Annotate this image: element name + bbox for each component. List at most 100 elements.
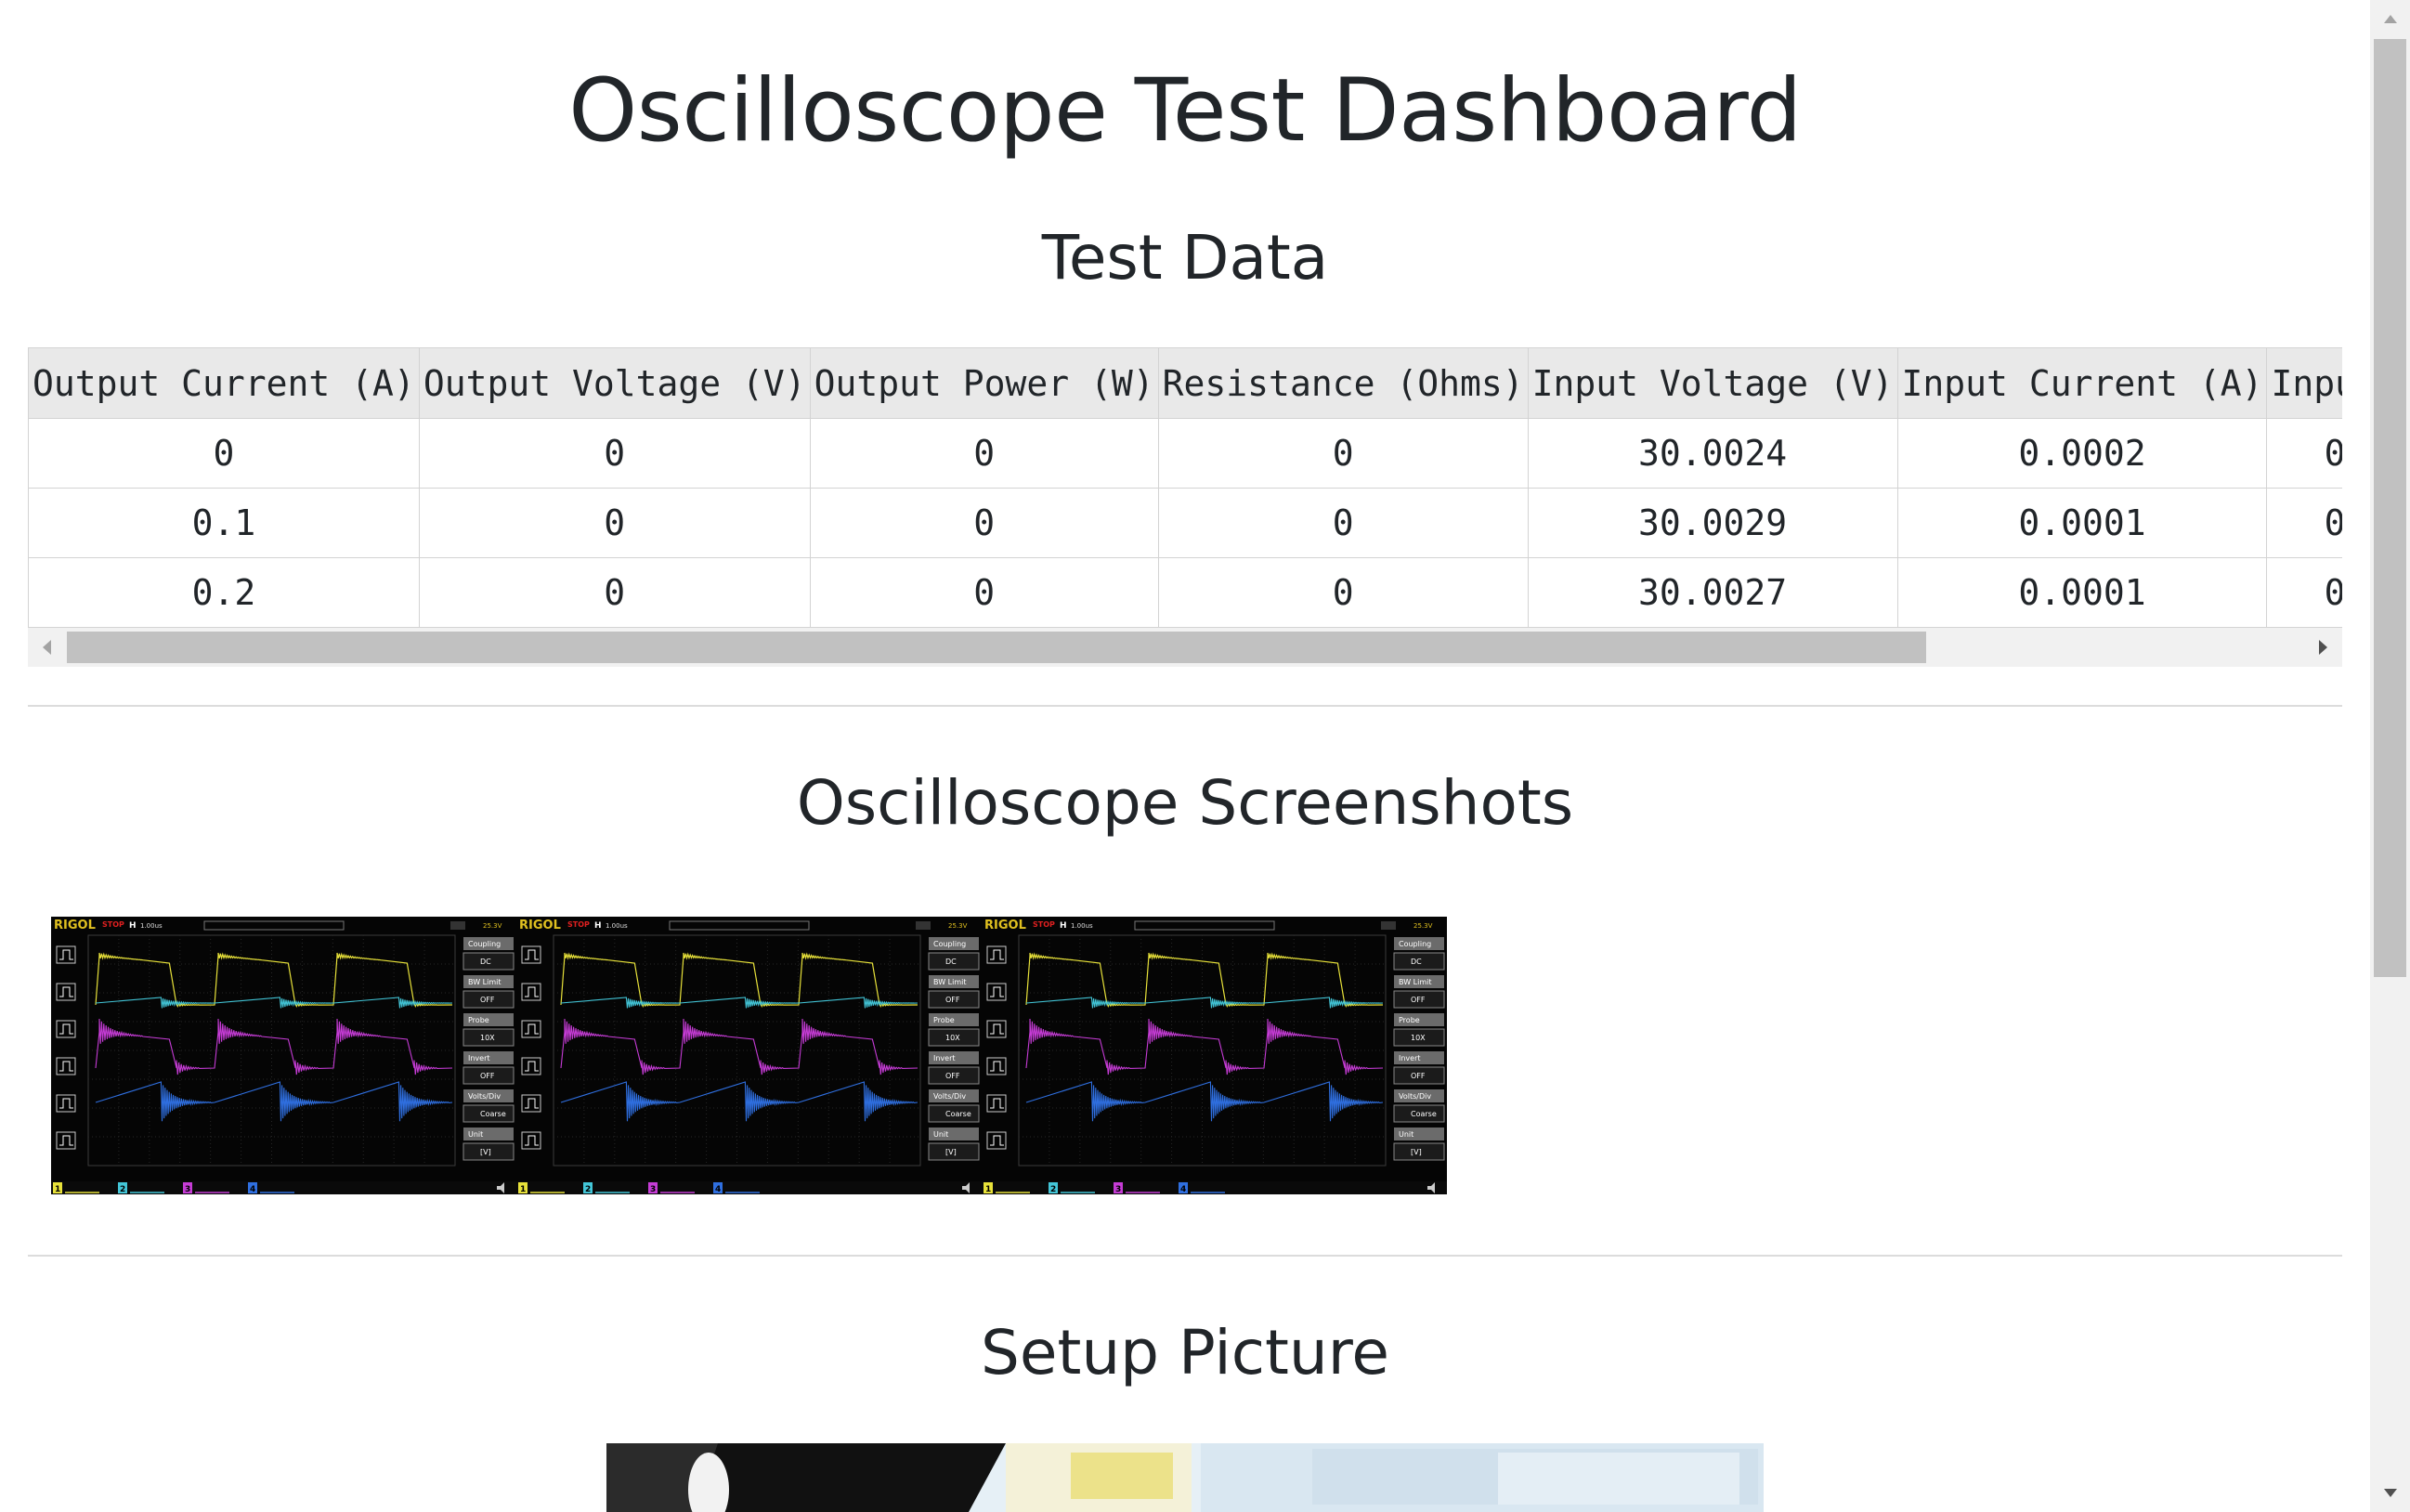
- menu-title: Unit: [1399, 1130, 1413, 1139]
- setup-heading: Setup Picture: [980, 1317, 1390, 1388]
- table-row: 0 0 0 0 30.0024 0.0002 0.: [28, 418, 2342, 489]
- scroll-down-icon[interactable]: [2370, 1475, 2410, 1512]
- table-cell: 0.: [2266, 418, 2342, 489]
- menu-title: Invert: [1399, 1054, 1421, 1062]
- menu-title: Probe: [1399, 1016, 1420, 1024]
- scope-timebase: 1.00us: [1071, 922, 1093, 930]
- scope-status: STOP: [102, 920, 124, 929]
- scroll-right-icon[interactable]: [2305, 628, 2342, 667]
- table-cell: 0: [809, 557, 1159, 628]
- channel-number: 1: [55, 1185, 60, 1194]
- oscilloscope-screenshot-strip: RIGOL STOP H 1.00us 25.3V Coupling DC BW Limit O…: [51, 917, 1447, 1194]
- scope-brand: RIGOL: [519, 919, 561, 932]
- page-title: Oscilloscope Test Dashboard: [568, 60, 1802, 162]
- horizontal-scrollbar[interactable]: [28, 628, 2342, 667]
- vertical-scrollbar[interactable]: [2370, 0, 2410, 1512]
- table-cell: 0: [418, 418, 811, 489]
- menu-title: Probe: [468, 1016, 489, 1024]
- menu-value: OFF: [1411, 996, 1426, 1004]
- channel-number: 1: [520, 1185, 526, 1194]
- table-cell: 0: [1157, 488, 1529, 558]
- menu-value: [V]: [480, 1148, 491, 1156]
- setup-picture: [606, 1443, 1764, 1512]
- table-cell: 30.0029: [1527, 488, 1898, 558]
- test-data-table-scroller[interactable]: Output Current (A) Output Voltage (V) Ou…: [28, 347, 2342, 667]
- table-cell: 30.0024: [1527, 418, 1898, 489]
- column-header[interactable]: Input Current (A): [1896, 347, 2268, 419]
- table-cell: 0.: [2266, 557, 2342, 628]
- scope-status: STOP: [1033, 920, 1055, 929]
- menu-title: BW Limit: [468, 978, 502, 986]
- table-cell: 0.2: [28, 557, 420, 628]
- table-cell: 0.0001: [1896, 488, 2268, 558]
- table-header-row: Output Current (A) Output Voltage (V) Ou…: [28, 347, 2342, 419]
- vertical-scroll-thumb[interactable]: [2374, 39, 2406, 977]
- menu-title: BW Limit: [933, 978, 967, 986]
- scroll-up-icon[interactable]: [2370, 0, 2410, 37]
- table-viewport: Output Current (A) Output Voltage (V) Ou…: [28, 347, 2342, 628]
- section-divider: [28, 705, 2342, 707]
- menu-title: Invert: [468, 1054, 490, 1062]
- table-cell: 0: [809, 488, 1159, 558]
- table-cell: 0.0001: [1896, 557, 2268, 628]
- menu-title: Unit: [933, 1130, 948, 1139]
- screenshots-heading: Oscilloscope Screenshots: [796, 767, 1574, 839]
- menu-title: BW Limit: [1399, 978, 1432, 986]
- page: Oscilloscope Test Dashboard Test Data Ou…: [0, 0, 2370, 1512]
- scope-trigger-level: 25.3V: [483, 922, 502, 930]
- table-cell: 0: [28, 418, 420, 489]
- section-divider: [28, 1255, 2342, 1257]
- menu-value: DC: [1411, 958, 1422, 966]
- column-header[interactable]: Output Voltage (V): [418, 347, 811, 419]
- channel-number: 4: [1180, 1185, 1186, 1194]
- trigger-box: [1381, 921, 1396, 930]
- menu-title: Invert: [933, 1054, 956, 1062]
- scope-brand: RIGOL: [984, 919, 1026, 932]
- horizontal-scroll-thumb[interactable]: [67, 632, 1926, 663]
- menu-value: DC: [945, 958, 957, 966]
- channel-number: 3: [650, 1185, 656, 1194]
- column-header[interactable]: Output Current (A): [28, 347, 420, 419]
- scope-timebase: 1.00us: [606, 922, 628, 930]
- scroll-left-icon[interactable]: [28, 628, 65, 667]
- menu-title: Probe: [933, 1016, 955, 1024]
- column-header[interactable]: Output Power (W): [809, 347, 1159, 419]
- menu-value: OFF: [1411, 1072, 1426, 1080]
- scope-timebase-label: H: [594, 921, 602, 931]
- scope-timebase-label: H: [129, 921, 137, 931]
- channel-number: 3: [185, 1185, 190, 1194]
- menu-value: OFF: [480, 996, 495, 1004]
- table-cell: 0: [809, 418, 1159, 489]
- column-header[interactable]: Input Voltage (V): [1527, 347, 1898, 419]
- table-cell: 0: [418, 557, 811, 628]
- oscilloscope-screenshot[interactable]: RIGOL STOP H 1.00us 25.3V Coupling DC BW Limit O…: [51, 917, 516, 1194]
- scope-timebase-label: H: [1060, 921, 1067, 931]
- table-cell: 0: [418, 488, 811, 558]
- menu-value: Coarse: [945, 1110, 971, 1118]
- table-cell: 0.0002: [1896, 418, 2268, 489]
- menu-title: Volts/Div: [1399, 1092, 1431, 1101]
- scope-brand: RIGOL: [54, 919, 96, 932]
- oscilloscope-screenshot[interactable]: RIGOL STOP H 1.00us 25.3V Coupling DC BW Limit O…: [982, 917, 1447, 1194]
- table-cell: 0: [1157, 418, 1529, 489]
- oscilloscope-screenshot[interactable]: RIGOL STOP H 1.00us 25.3V Coupling DC BW Limit O…: [516, 917, 982, 1194]
- table-row: 0.1 0 0 0 30.0029 0.0001 0.: [28, 488, 2342, 558]
- channel-number: 2: [585, 1185, 591, 1194]
- menu-value: 10X: [945, 1034, 960, 1042]
- column-header[interactable]: Input P: [2266, 347, 2342, 419]
- channel-number: 4: [715, 1185, 721, 1194]
- trigger-box: [450, 921, 465, 930]
- menu-value: OFF: [945, 996, 960, 1004]
- menu-value: Coarse: [480, 1110, 506, 1118]
- channel-number: 1: [985, 1185, 991, 1194]
- menu-title: Volts/Div: [468, 1092, 501, 1101]
- channel-number: 2: [120, 1185, 125, 1194]
- channel-number: 2: [1050, 1185, 1056, 1194]
- menu-value: 10X: [1411, 1034, 1426, 1042]
- menu-value: Coarse: [1411, 1110, 1437, 1118]
- column-header[interactable]: Resistance (Ohms): [1157, 347, 1529, 419]
- menu-value: [V]: [945, 1148, 957, 1156]
- menu-title: Unit: [468, 1130, 483, 1139]
- menu-value: 10X: [480, 1034, 495, 1042]
- menu-title: Coupling: [468, 940, 501, 948]
